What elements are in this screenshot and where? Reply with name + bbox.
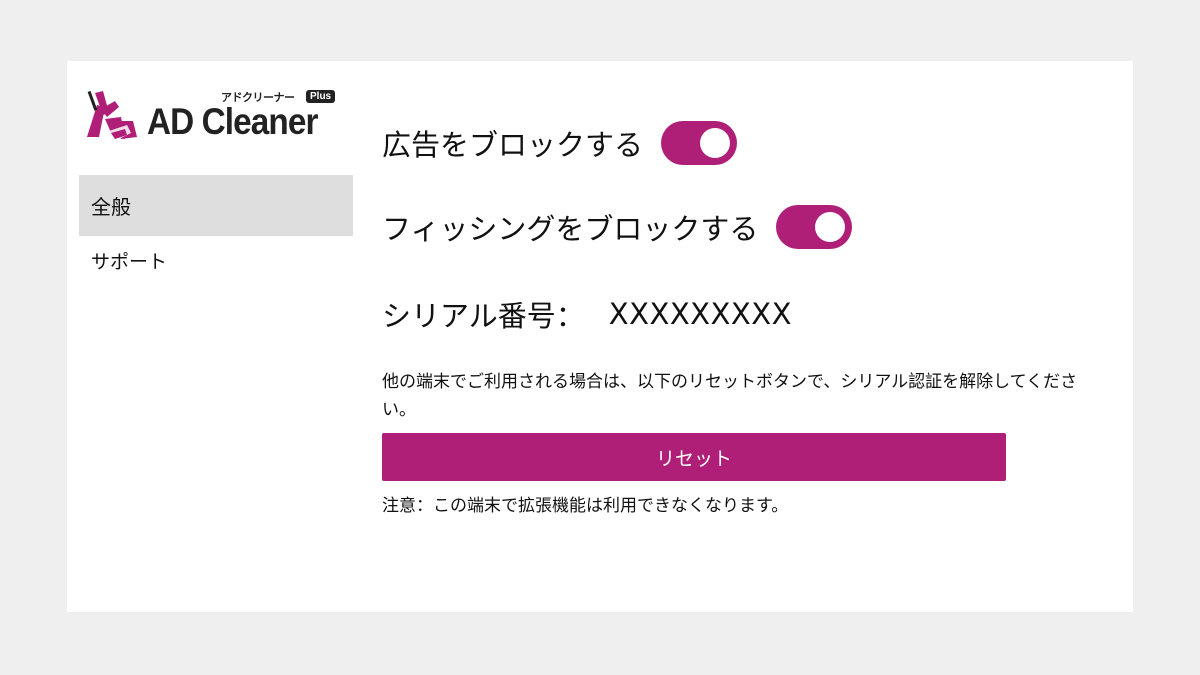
serial-number-value: XXXXXXXXX [608, 297, 793, 331]
serial-number-label: シリアル番号： [382, 299, 585, 333]
toggle-knob [700, 128, 731, 158]
block-ads-label: 広告をブロックする [382, 128, 644, 162]
block-ads-toggle[interactable] [661, 121, 738, 165]
setting-block-phishing: フィッシングをブロックする [382, 205, 853, 249]
reset-warning: 注意：この端末で拡張機能は利用できなくなります。 [382, 496, 789, 516]
logo-wordmark: AD Cleaner [147, 101, 318, 142]
reset-instructions: 他の端末でご利用される場合は、以下のリセットボタンで、シリアル認証を解除してくだ… [382, 372, 1078, 420]
reset-button[interactable]: リセット [382, 433, 1006, 481]
sidebar-item-general[interactable]: 全般 [79, 175, 353, 236]
sidebar-item-label: 全般 [91, 195, 131, 219]
block-phishing-toggle[interactable] [776, 205, 853, 249]
setting-block-ads: 広告をブロックする [382, 121, 738, 165]
app-logo: アドクリーナー Plus AD Cleaner [81, 87, 351, 147]
settings-panel: アドクリーナー Plus AD Cleaner 全般 サポート 広告をブロックす… [67, 61, 1133, 612]
sidebar-item-support[interactable]: サポート [79, 239, 353, 281]
broom-figure-icon [87, 90, 137, 141]
toggle-knob [815, 212, 846, 242]
sidebar-item-label: サポート [91, 250, 168, 273]
block-phishing-label: フィッシングをブロックする [382, 212, 759, 246]
sidebar: アドクリーナー Plus AD Cleaner 全般 サポート [79, 61, 353, 612]
serial-number-row: シリアル番号： XXXXXXXXX [382, 293, 792, 335]
main-content: 広告をブロックする フィッシングをブロックする シリアル番号： XXXXXXXX… [382, 61, 1112, 612]
